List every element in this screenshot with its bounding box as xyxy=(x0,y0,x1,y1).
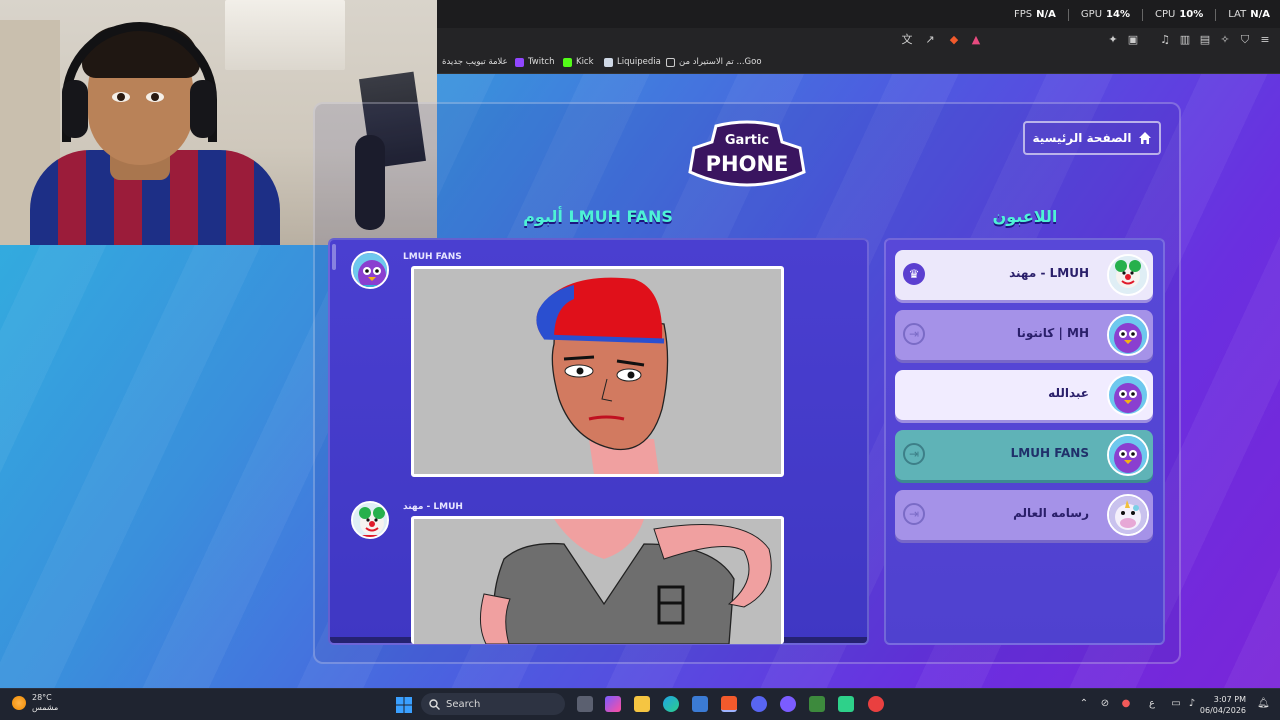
settings-app-icon[interactable] xyxy=(868,696,884,712)
purple-bird-avatar xyxy=(1107,434,1149,476)
network-off-icon[interactable]: ⊘ xyxy=(1099,698,1111,710)
translate-icon[interactable]: 文 xyxy=(901,34,913,46)
chevron-up-icon[interactable]: ⌃ xyxy=(1078,698,1090,710)
weather-widget[interactable]: 28°C مشمس xyxy=(12,693,58,713)
bookmark-twitch[interactable]: Twitch xyxy=(515,57,555,67)
screenshot-icon[interactable]: ▣ xyxy=(1127,34,1139,46)
clock-date: 06/04/2026 xyxy=(1199,706,1246,715)
album-entry-author: مهند - LMUH xyxy=(403,502,463,512)
bookmark-kick[interactable]: Kick xyxy=(563,57,594,67)
liquipedia-icon xyxy=(604,57,613,67)
drawing-canvas xyxy=(411,516,784,644)
exit-icon: ⇥ xyxy=(903,323,925,345)
player-row[interactable]: ⇥ LMUH FANS xyxy=(895,430,1153,480)
windows-start-icon[interactable] xyxy=(396,697,412,713)
volume-icon[interactable]: ♪ xyxy=(1186,698,1198,710)
players-title: اللاعبون xyxy=(992,207,1058,226)
notification-icon[interactable]: 🔔︎ xyxy=(1257,698,1270,710)
search-placeholder: Search xyxy=(446,698,481,710)
brave-rewards-icon[interactable]: ▲ xyxy=(970,34,982,46)
album-title: ألبوم LMUH FANS xyxy=(523,207,673,226)
bookmark-folder-imported[interactable]: تم الاستيراد من ...Goo xyxy=(666,57,762,67)
player-row[interactable]: عبدالله xyxy=(895,370,1153,420)
player-row[interactable]: ⇥ رسامه العالم xyxy=(895,490,1153,540)
wallet-icon[interactable]: ▤ xyxy=(1199,34,1211,46)
player-name: كانتونا | MH xyxy=(1016,326,1089,340)
gartic-phone-logo: Gartic PHONE xyxy=(688,120,806,187)
brave-icon[interactable] xyxy=(721,696,737,712)
discord-icon[interactable] xyxy=(751,696,767,712)
brave-shield-icon[interactable]: ◆ xyxy=(948,34,960,46)
taskbar-clock[interactable]: 3:07 PM 06/04/2026 xyxy=(1200,694,1246,716)
player-row[interactable]: ⇥ كانتونا | MH xyxy=(895,310,1153,360)
player-name: عبدالله xyxy=(1048,386,1089,400)
cow-avatar xyxy=(1107,494,1149,536)
file-explorer-icon[interactable] xyxy=(634,696,650,712)
display-icon[interactable]: ▭ xyxy=(1170,698,1182,710)
logo-top-text: Gartic xyxy=(725,133,769,148)
weather-condition: مشمس xyxy=(32,703,59,712)
ai-icon[interactable]: ✧ xyxy=(1219,34,1231,46)
sun-icon xyxy=(12,696,26,710)
share-icon[interactable]: ↗ xyxy=(924,34,936,46)
gpu-readout: GPU 14% xyxy=(1080,9,1130,20)
purple-bird-avatar xyxy=(1107,314,1149,356)
player-name: رسامه العالم xyxy=(1013,506,1089,520)
player-row[interactable]: ♛ مهند - LMUH xyxy=(895,250,1153,300)
media-icon[interactable]: ♫ xyxy=(1159,34,1171,46)
edge-icon[interactable] xyxy=(663,696,679,712)
obs-icon[interactable] xyxy=(780,696,796,712)
microphone-icon[interactable]: ● xyxy=(1120,698,1132,710)
album-scrollbar[interactable] xyxy=(332,244,336,270)
bookmark-liquipedia[interactable]: Liquipedia xyxy=(604,57,661,67)
vpn-icon[interactable]: ⛉ xyxy=(1239,34,1251,46)
clown-avatar xyxy=(1107,254,1149,296)
task-view-icon[interactable] xyxy=(577,696,593,712)
performance-overlay: FPS N/A GPU 14% CPU 10% LAT N/A xyxy=(1014,9,1270,21)
copilot-icon[interactable] xyxy=(605,696,621,712)
game-app-icon[interactable] xyxy=(809,696,825,712)
bookmark-new-tab[interactable]: علامة تبويب جديدة xyxy=(442,57,508,67)
album-entry-author: LMUH FANS xyxy=(403,252,462,262)
logo-bottom-text: PHONE xyxy=(706,152,789,176)
purple-bird-avatar xyxy=(351,251,389,289)
home-button[interactable]: الصفحة الرئيسية xyxy=(1023,121,1161,155)
lat-readout: LAT N/A xyxy=(1228,9,1270,20)
clock-time: 3:07 PM xyxy=(1213,695,1246,704)
crown-icon: ♛ xyxy=(903,263,925,285)
browser-toolbar xyxy=(437,28,1280,52)
drawing-canvas xyxy=(411,266,784,477)
language-indicator[interactable]: ع xyxy=(1146,698,1158,710)
twitch-icon xyxy=(515,57,524,67)
menu-icon[interactable]: ≡ xyxy=(1259,34,1271,46)
extensions-icon[interactable]: ✦ xyxy=(1107,34,1119,46)
cpu-readout: CPU 10% xyxy=(1154,9,1204,20)
chat-app-icon[interactable] xyxy=(838,696,854,712)
sidebar-icon[interactable]: ▥ xyxy=(1179,34,1191,46)
home-button-label: الصفحة الرئيسية xyxy=(1032,131,1132,145)
fps-readout: FPS N/A xyxy=(1014,9,1056,20)
browser-titlebar: FPS N/A GPU 14% CPU 10% LAT N/A xyxy=(437,0,1280,28)
taskbar-search[interactable]: Search xyxy=(421,693,565,715)
search-icon xyxy=(429,698,440,710)
exit-icon: ⇥ xyxy=(903,503,925,525)
player-name: LMUH FANS xyxy=(1010,446,1089,460)
folder-icon xyxy=(666,57,675,67)
player-name: مهند - LMUH xyxy=(1009,266,1089,280)
home-icon xyxy=(1138,132,1151,144)
store-icon[interactable] xyxy=(692,696,708,712)
purple-bird-avatar xyxy=(1107,374,1149,416)
exit-icon: ⇥ xyxy=(903,443,925,465)
weather-temperature: 28°C xyxy=(32,693,52,702)
kick-icon xyxy=(563,57,572,67)
clown-avatar xyxy=(351,501,389,539)
